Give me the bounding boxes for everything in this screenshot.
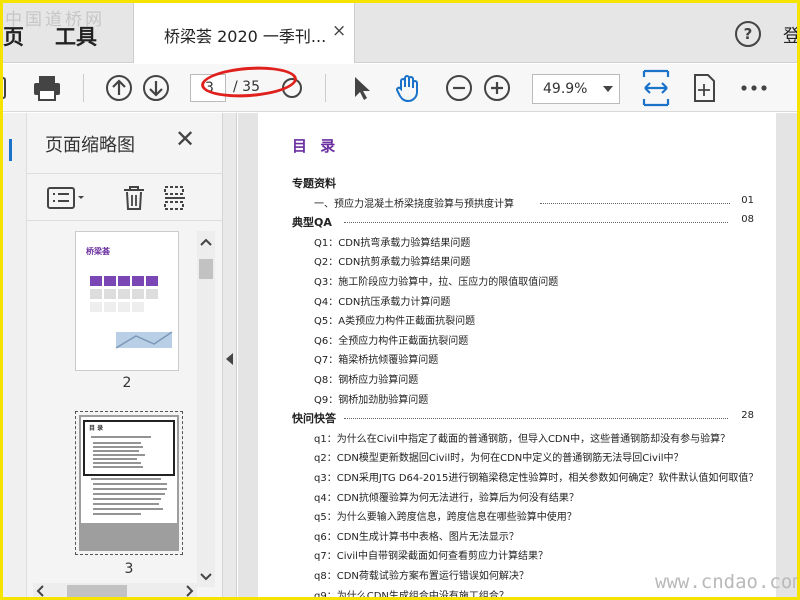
watermark-top: 中国道桥网	[5, 10, 105, 30]
document-tab[interactable]: 桥梁荟 2020 一季刊... ×	[133, 3, 355, 63]
next-page-icon[interactable]	[140, 72, 172, 104]
delete-page-icon[interactable]	[123, 185, 145, 215]
toc-item-label: q6：CDN生成计算书中表格、图片无法显示？	[314, 531, 519, 543]
document-tab-title: 桥梁荟 2020 一季刊...	[164, 27, 327, 46]
zoom-level-value: 49.9%	[543, 81, 588, 97]
toc-item-label: q8：CDN荷载试验方案布置运行错误如何解决？	[314, 571, 529, 582]
toc-item-label: q5：为什么要输入跨度信息，跨度信息在哪些验算中使用？	[314, 512, 577, 524]
horizontal-scroll-thumb[interactable]	[67, 585, 127, 597]
more-options-icon[interactable]	[739, 72, 769, 104]
toc-item-label: q3：CDN采用JTG D64-2015进行钢箱梁稳定性验算时，相关参数如何确定…	[314, 473, 759, 484]
toc-section-title: 快问快答	[292, 412, 336, 426]
toc-page-number: 28	[741, 410, 754, 422]
toc-section-title: 专题资料	[292, 177, 336, 190]
toc-item-label: Q2：CDN抗剪承载力验算结果问题	[314, 257, 471, 269]
toc-item-label: q9：为什么CDN生成组合中没有施工组合？	[314, 590, 509, 600]
toc-item-label: Q8：钢桥应力验算问题	[314, 375, 419, 386]
scroll-left-icon[interactable]	[35, 583, 47, 599]
close-tab-icon[interactable]: ×	[332, 21, 346, 41]
thumbnail-vertical-scrollbar[interactable]	[197, 231, 215, 587]
document-page: 目 录 专题资料一、预应力混凝土桥梁挠度验算与预拱度计算 01 典型QA 08 Q1：C…	[258, 113, 776, 600]
toc-item-label: Q5：A类预应力构件正截面抗裂问题	[314, 316, 476, 328]
toc-item-label: q7：Civil中自带钢梁截面如何查看剪应力计算结果？	[314, 551, 548, 563]
watermark-bottom: www.cndao.com	[655, 571, 800, 593]
toc-item-label: Q3：施工阶段应力验算中，拉、压应力的限值取值问题	[314, 277, 559, 288]
thumbnail-horizontal-scrollbar[interactable]	[33, 583, 197, 599]
toc-item-label: Q7：箱梁桥抗倾覆验算问题	[314, 355, 439, 367]
login-link[interactable]: 登	[783, 22, 797, 48]
print-icon[interactable]	[29, 72, 65, 104]
fit-width-icon[interactable]	[639, 68, 673, 108]
window-frame: 页 工具 桥梁荟 2020 一季刊... × ? 登 中国道桥网 / 35	[0, 0, 800, 600]
toolbar-divider	[83, 74, 84, 102]
previous-page-icon[interactable]	[103, 72, 135, 104]
toc-title: 目 录	[292, 137, 340, 155]
thumbnail-options-icon[interactable]	[47, 186, 87, 214]
toc-leader-dots	[344, 222, 728, 224]
hand-tool-icon[interactable]	[391, 72, 425, 104]
toc-item-label: 一、预应力混凝土桥梁挠度验算与预拱度计算	[314, 198, 514, 210]
partial-icon	[3, 72, 11, 104]
toc-page-number: 01	[741, 194, 754, 206]
insert-page-icon[interactable]	[163, 185, 187, 215]
page-thumbnail-3[interactable]: 目 录	[75, 411, 183, 555]
toc-item-label: q2：CDN模型更新数据回Civil时，为何在CDN中定义的普通钢筋无法导回Ci…	[314, 453, 684, 465]
vertical-scroll-thumb[interactable]	[199, 259, 213, 279]
toc-item-label: Q4：CDN抗压承载力计算问题	[314, 296, 451, 308]
toc-item-label: Q9：钢桥加劲肋验算问题	[314, 394, 429, 406]
toc-item-label: Q1：CDN抗弯承载力验算结果问题	[314, 237, 471, 249]
scroll-up-icon[interactable]	[197, 235, 215, 249]
thumbnails-panel: 页面缩略图 ✕ 桥梁荟 2 目 录 3	[27, 113, 223, 599]
toolbar: / 35 49.9%	[3, 64, 797, 112]
toc-item-label: q1：为什么在Civil中指定了截面的普通钢筋，但导入CDN中，这些普通钢筋却没…	[314, 433, 731, 445]
toc-item-label: Q6：全预应力构件正截面抗裂问题	[314, 335, 469, 347]
rotate-view-icon[interactable]	[689, 72, 719, 104]
navigation-strip	[3, 113, 27, 597]
page-thumbnail-2[interactable]: 桥梁荟	[75, 231, 179, 371]
document-area: 目 录 专题资料一、预应力混凝土桥梁挠度验算与预拱度计算 01 典型QA 08 Q1：C…	[238, 113, 797, 600]
close-panel-icon[interactable]: ✕	[175, 125, 195, 153]
toc-leader-dots	[540, 202, 730, 204]
collapse-left-icon[interactable]	[223, 351, 237, 367]
thumbnails-nav-indicator[interactable]	[9, 139, 12, 161]
toc-leader-dots	[344, 418, 728, 420]
panel-toolbar	[27, 173, 223, 221]
toc-item-label: q4：CDN抗倾覆验算为何无法进行，验算后为何没有结果？	[314, 492, 579, 504]
toc-section-title: 典型QA	[292, 216, 332, 230]
thumbnail-page-2-art	[90, 276, 173, 349]
thumbnail-page-3-art	[83, 420, 175, 515]
scroll-right-icon[interactable]	[183, 583, 195, 599]
panel-title: 页面缩略图	[45, 135, 135, 156]
zoom-level-select[interactable]: 49.9%	[532, 74, 620, 104]
tab-bar: 页 工具 桥梁荟 2020 一季刊... × ? 登	[3, 3, 797, 63]
toc-page-number: 08	[741, 214, 754, 226]
scroll-down-icon[interactable]	[197, 569, 215, 583]
toolbar-divider	[325, 74, 326, 102]
thumbnail-page-3-selected: 目 录	[79, 415, 179, 551]
thumbnail-label-3: 3	[124, 561, 134, 577]
zoom-out-icon[interactable]	[443, 72, 475, 104]
panel-collapse-handle[interactable]	[223, 113, 237, 597]
thumbnail-label-2: 2	[122, 375, 132, 391]
thumbnail-page-3-content: 目 录	[81, 417, 177, 523]
chevron-down-icon	[603, 86, 613, 92]
zoom-in-icon[interactable]	[481, 72, 513, 104]
select-arrow-icon[interactable]	[347, 72, 375, 104]
help-icon[interactable]: ?	[735, 21, 761, 47]
